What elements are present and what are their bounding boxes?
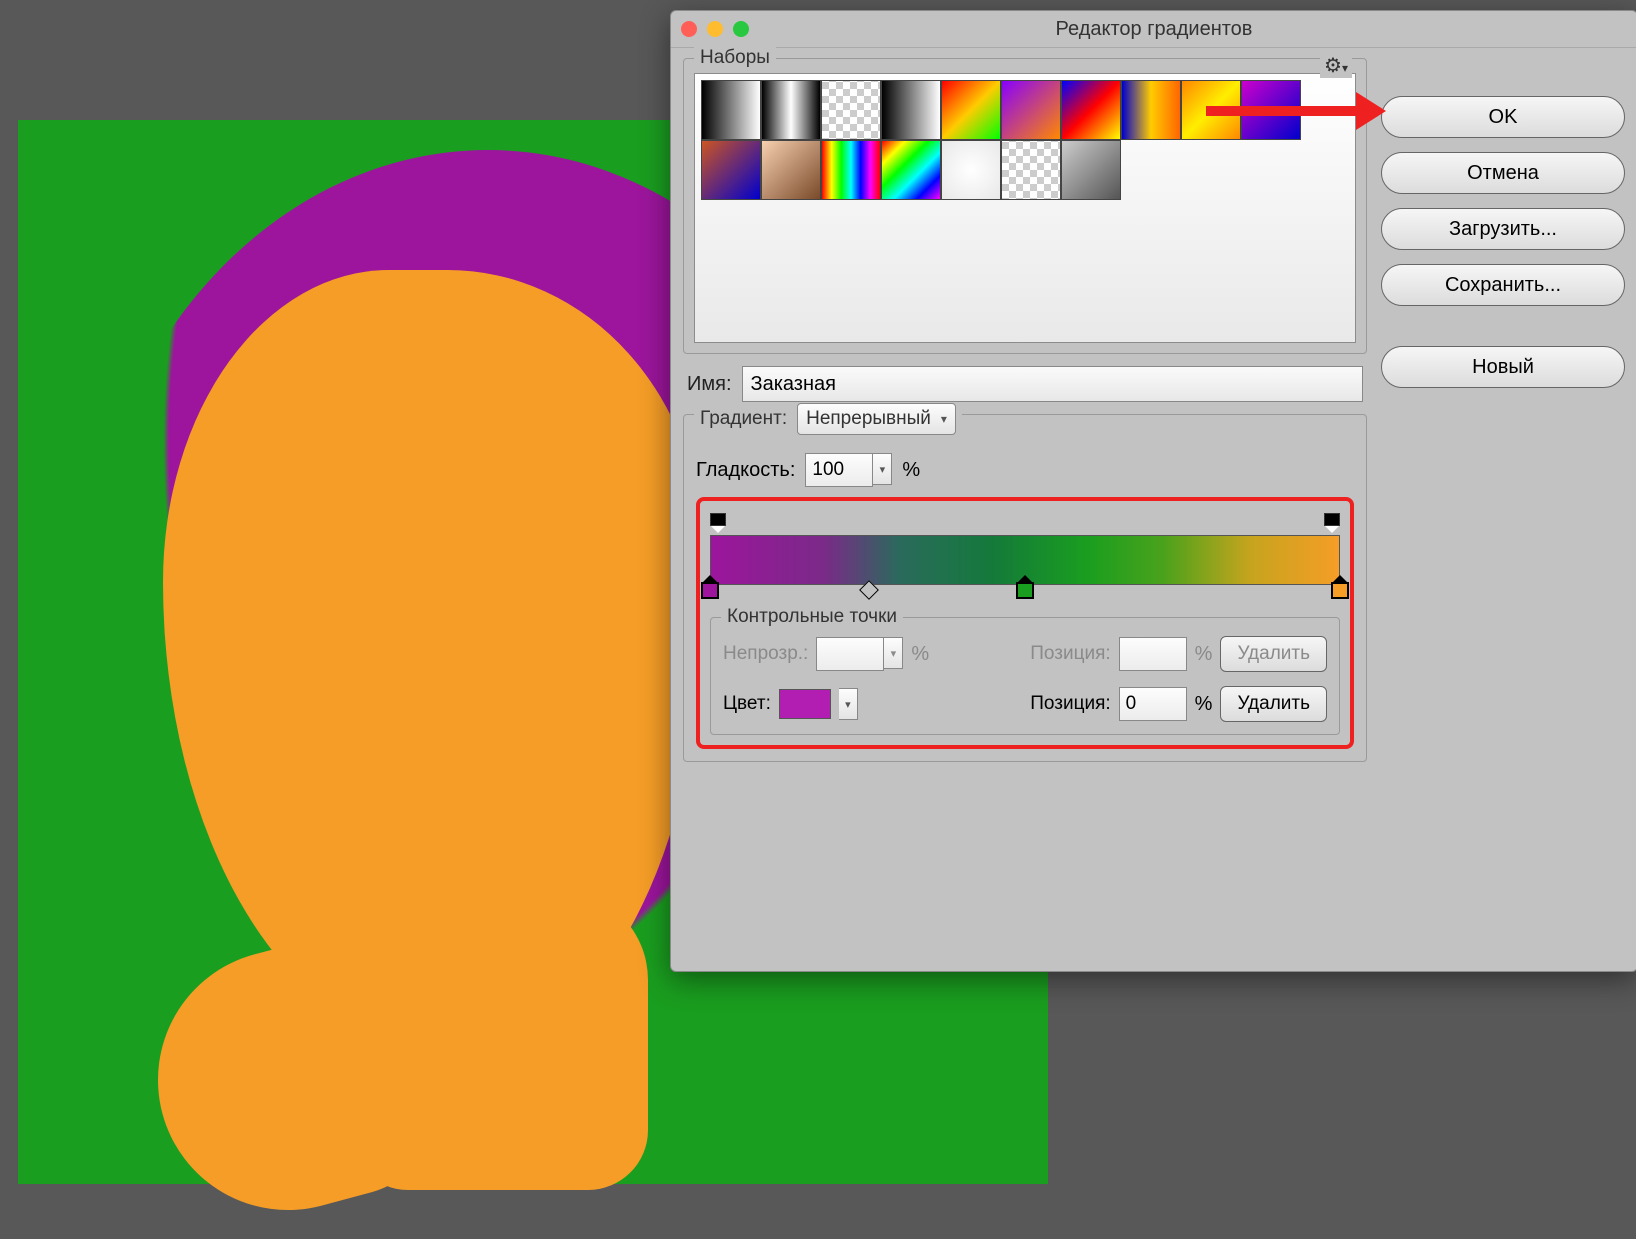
- preset-swatch[interactable]: [1001, 140, 1061, 200]
- preset-swatch[interactable]: [1001, 80, 1061, 140]
- presets-label: Наборы: [694, 47, 776, 69]
- color-stop[interactable]: [1015, 575, 1035, 599]
- opacity-delete-button: Удалить: [1220, 636, 1327, 672]
- opacity-position-label: Позиция:: [1030, 643, 1110, 665]
- titlebar[interactable]: Редактор градиентов: [671, 11, 1636, 48]
- presets-list[interactable]: [694, 73, 1356, 343]
- maximize-icon[interactable]: [733, 21, 749, 37]
- name-label: Имя:: [687, 373, 732, 396]
- preset-swatch[interactable]: [1061, 140, 1121, 200]
- smoothness-spinner[interactable]: ▾: [873, 453, 892, 485]
- color-position-label: Позиция:: [1030, 693, 1110, 715]
- color-swatch[interactable]: [779, 689, 831, 719]
- color-stop[interactable]: [1330, 575, 1350, 599]
- presets-fieldset: Наборы ⚙︎▾: [683, 58, 1367, 354]
- smoothness-label: Гладкость:: [696, 459, 795, 482]
- chevron-down-icon: ▾: [941, 412, 947, 426]
- preset-swatch[interactable]: [1181, 80, 1241, 140]
- gradient-type-select[interactable]: Непрерывный▾: [797, 403, 956, 435]
- load-button[interactable]: Загрузить...: [1381, 208, 1625, 250]
- preset-swatch[interactable]: [881, 140, 941, 200]
- opacity-stop-right[interactable]: [1322, 513, 1342, 533]
- preset-swatch[interactable]: [701, 80, 761, 140]
- gradient-type-label: Градиент:: [700, 408, 787, 430]
- preset-swatch[interactable]: [821, 80, 881, 140]
- color-label: Цвет:: [723, 693, 771, 715]
- save-button[interactable]: Сохранить...: [1381, 264, 1625, 306]
- window-controls: [681, 21, 749, 37]
- name-input[interactable]: [742, 366, 1363, 402]
- preset-swatch[interactable]: [761, 80, 821, 140]
- preset-swatch[interactable]: [941, 140, 1001, 200]
- gradient-editor-dialog: Редактор градиентов Наборы ⚙︎▾ Имя: Град…: [670, 10, 1636, 972]
- ok-button[interactable]: OK: [1381, 96, 1625, 138]
- preset-swatch[interactable]: [881, 80, 941, 140]
- color-delete-button[interactable]: Удалить: [1220, 686, 1327, 722]
- preset-swatch[interactable]: [1241, 80, 1301, 140]
- color-position-unit: %: [1195, 693, 1213, 716]
- control-points-label: Контрольные точки: [721, 606, 903, 628]
- preset-swatch[interactable]: [701, 140, 761, 200]
- gradient-fieldset: Градиент: Непрерывный▾ Гладкость: ▾ %: [683, 414, 1367, 762]
- minimize-icon[interactable]: [707, 21, 723, 37]
- smoothness-unit: %: [902, 459, 920, 482]
- highlight-annotation: Контрольные точки Непрозр.: ▾ % Позиция:…: [696, 497, 1354, 749]
- color-position-input[interactable]: [1119, 687, 1187, 721]
- smoothness-input[interactable]: [805, 453, 873, 487]
- gear-icon[interactable]: ⚙︎▾: [1320, 53, 1352, 78]
- opacity-unit: %: [911, 643, 929, 666]
- opacity-stop-left[interactable]: [708, 513, 728, 533]
- color-stop[interactable]: [700, 575, 720, 599]
- opacity-spinner: ▾: [884, 637, 903, 669]
- gradient-bar[interactable]: [710, 513, 1340, 595]
- control-points-fieldset: Контрольные точки Непрозр.: ▾ % Позиция:…: [710, 617, 1340, 735]
- preset-swatch[interactable]: [761, 140, 821, 200]
- preset-swatch[interactable]: [941, 80, 1001, 140]
- opacity-label: Непрозр.:: [723, 643, 808, 665]
- preset-swatch[interactable]: [1121, 80, 1181, 140]
- preset-swatch[interactable]: [1061, 80, 1121, 140]
- name-row: Имя:: [683, 366, 1367, 402]
- dialog-title: Редактор градиентов: [671, 18, 1636, 41]
- new-button[interactable]: Новый: [1381, 346, 1625, 388]
- close-icon[interactable]: [681, 21, 697, 37]
- opacity-position-input: [1119, 637, 1187, 671]
- cancel-button[interactable]: Отмена: [1381, 152, 1625, 194]
- opacity-position-unit: %: [1195, 643, 1213, 666]
- preset-swatch[interactable]: [821, 140, 881, 200]
- color-spinner[interactable]: ▾: [839, 688, 858, 720]
- opacity-input: [816, 637, 884, 671]
